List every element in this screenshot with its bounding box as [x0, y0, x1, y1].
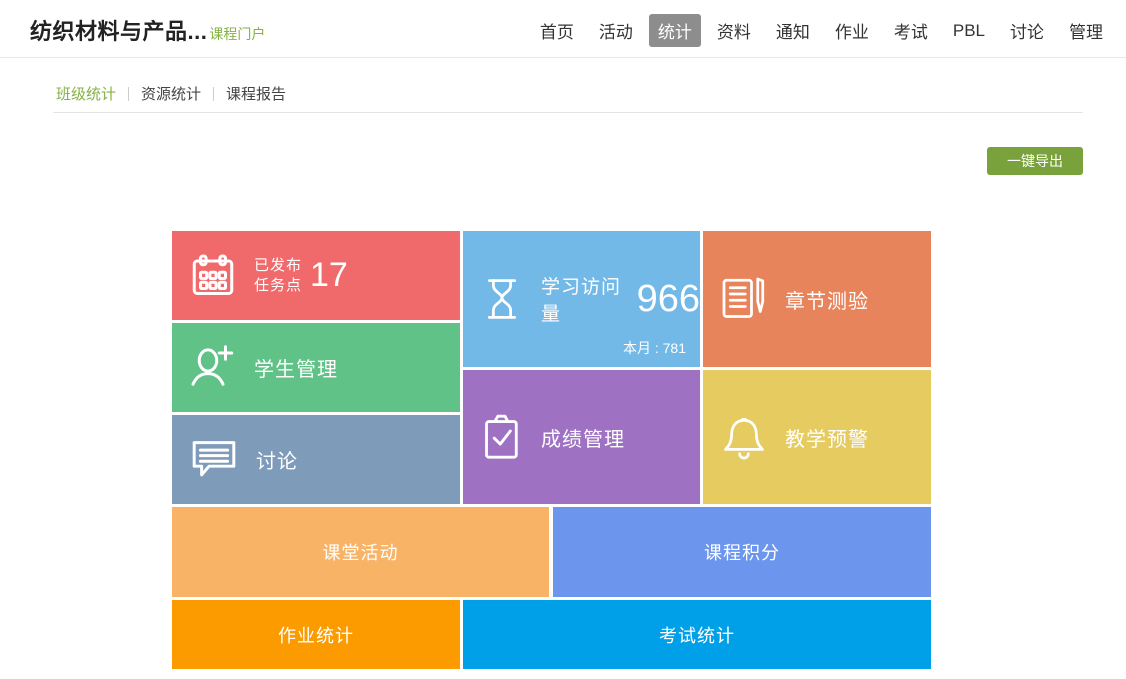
tile-discussion[interactable]: 讨论 [172, 415, 460, 504]
tile-label: 章节测验 [785, 285, 869, 314]
divider [53, 112, 1083, 113]
tile-chapter-quiz[interactable]: 章节测验 [703, 231, 931, 367]
tile-student-management[interactable]: 学生管理 [172, 323, 460, 412]
tile-label: 讨论 [256, 445, 298, 474]
nav-item-homework[interactable]: 作业 [826, 14, 878, 47]
hourglass-icon [479, 274, 525, 324]
tab-class-stats[interactable]: 班级统计 [56, 83, 116, 104]
tile-label: 学生管理 [254, 353, 338, 382]
tab-resource-stats[interactable]: 资源统计 [141, 83, 201, 104]
tile-label: 已发布 任务点 [254, 256, 302, 295]
course-portal-link[interactable]: 课程门户 [209, 24, 265, 44]
nav-item-statistics[interactable]: 统计 [649, 14, 701, 47]
tile-label: 作业统计 [278, 622, 354, 648]
nav-item-materials[interactable]: 资料 [708, 14, 760, 47]
tile-class-activity[interactable]: 课堂活动 [172, 507, 549, 597]
page-title: 纺织材料与产品... [30, 14, 207, 46]
nav-item-pbl[interactable]: PBL [944, 17, 994, 45]
speech-bubble-icon [188, 436, 240, 484]
brand: 纺织材料与产品... 课程门户 [30, 14, 265, 46]
visits-month-value: 本月 : 781 [623, 338, 686, 358]
tile-label: 学习访问量 [541, 272, 627, 326]
calendar-icon [188, 251, 238, 301]
nav-item-manage[interactable]: 管理 [1060, 14, 1112, 47]
nav-item-activity[interactable]: 活动 [590, 14, 642, 47]
tile-grade-management[interactable]: 成绩管理 [463, 370, 700, 504]
tile-published-tasks[interactable]: 已发布 任务点 17 [172, 231, 460, 320]
tile-homework-stats[interactable]: 作业统计 [172, 600, 460, 669]
nav-item-discussion[interactable]: 讨论 [1001, 14, 1053, 47]
subnav: 班级统计 资源统计 课程报告 [56, 83, 286, 104]
visits-value: 966 [637, 278, 700, 321]
nav-item-exams[interactable]: 考试 [885, 14, 937, 47]
published-tasks-value: 17 [310, 256, 348, 295]
bell-icon [719, 411, 769, 463]
tile-learning-visits[interactable]: 学习访问量 966 本月 : 781 [463, 231, 700, 367]
divider [128, 87, 129, 101]
nav-item-notices[interactable]: 通知 [767, 14, 819, 47]
export-button[interactable]: 一键导出 [987, 147, 1083, 175]
tile-course-points[interactable]: 课程积分 [553, 507, 931, 597]
document-pen-icon [719, 274, 769, 324]
tile-label: 教学预警 [785, 423, 869, 452]
tile-label: 考试统计 [659, 622, 735, 648]
person-plus-icon [188, 343, 238, 393]
clipboard-check-icon [479, 412, 525, 462]
tab-course-report[interactable]: 课程报告 [226, 83, 286, 104]
tile-label: 课堂活动 [323, 539, 399, 565]
tile-teaching-alert[interactable]: 教学预警 [703, 370, 931, 504]
stats-tile-grid: 已发布 任务点 17 学习访问量 966 本月 : 781 [172, 231, 931, 669]
nav-item-home[interactable]: 首页 [531, 14, 583, 47]
stats-page: 纺织材料与产品... 课程门户 首页 活动 统计 资料 通知 作业 考试 PBL… [0, 0, 1126, 679]
header: 纺织材料与产品... 课程门户 首页 活动 统计 资料 通知 作业 考试 PBL… [0, 0, 1126, 58]
divider [213, 87, 214, 101]
tile-exam-stats[interactable]: 考试统计 [463, 600, 931, 669]
tile-label: 课程积分 [704, 539, 780, 565]
main-nav: 首页 活动 统计 资料 通知 作业 考试 PBL 讨论 管理 [531, 14, 1112, 47]
tile-label: 成绩管理 [541, 423, 625, 452]
